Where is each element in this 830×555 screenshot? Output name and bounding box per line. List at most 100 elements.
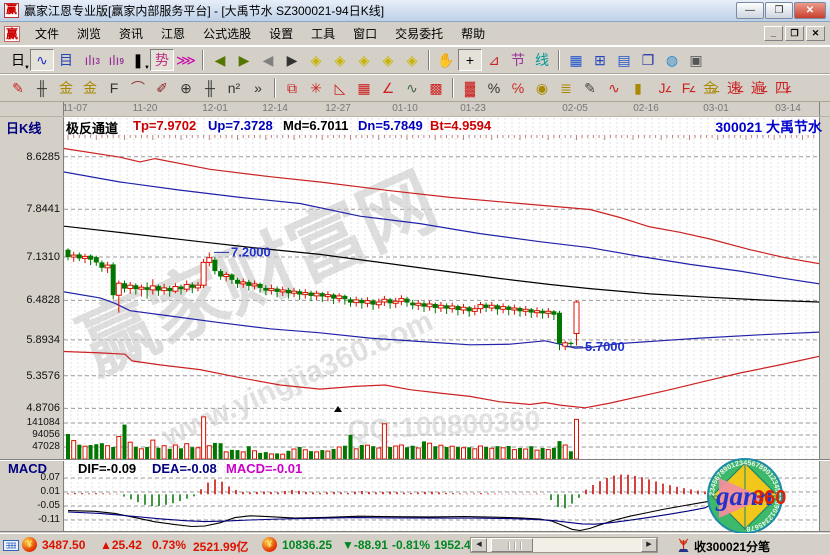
band-pct-icon[interactable]: ▓: [458, 77, 482, 99]
menu-item-1[interactable]: 文件: [26, 22, 68, 45]
scroll-right-arrow[interactable]: ▶: [641, 538, 657, 552]
h-grid-icon[interactable]: ╫: [30, 77, 54, 99]
gold-lines-icon[interactable]: ≣: [554, 77, 578, 99]
calculator-icon[interactable]: ⊞: [588, 49, 612, 71]
macd-hist-value: MACD=-0.01: [226, 461, 302, 476]
mdi-close-button[interactable]: ✕: [806, 26, 825, 41]
calendar-icon[interactable]: ▦: [564, 49, 588, 71]
gold-grid-2-icon[interactable]: 金: [78, 77, 102, 99]
date-tick-label: 12-01: [202, 103, 228, 114]
n-square-icon[interactable]: n²: [222, 77, 246, 99]
gold-bar-icon[interactable]: ▮: [626, 77, 650, 99]
jump-first-icon[interactable]: ◀: [208, 49, 232, 71]
zoom-horizontal-icon[interactable]: ◈: [352, 49, 376, 71]
speed-angle-icon[interactable]: 速∠: [722, 77, 746, 99]
angle-line-icon[interactable]: ∠: [376, 77, 400, 99]
step-forward-icon[interactable]: ▶: [280, 49, 304, 71]
zoom-out-icon[interactable]: ◈: [400, 49, 424, 71]
ladder-icon[interactable]: ╫: [198, 77, 222, 99]
multi-angle-icon[interactable]: 遍∠: [746, 77, 770, 99]
menu-item-9[interactable]: 交易委托: [386, 22, 452, 45]
gold-circle-icon[interactable]: ◉: [530, 77, 554, 99]
wave-a-icon[interactable]: ∿: [602, 77, 626, 99]
arc-tool-icon[interactable]: ⌒: [126, 77, 150, 99]
step-back-icon[interactable]: ◀: [256, 49, 280, 71]
jump-last-icon[interactable]: ▶: [232, 49, 256, 71]
four-angle-icon[interactable]: 四∠: [770, 77, 794, 99]
period-day-icon[interactable]: 日▼: [6, 49, 30, 71]
menu-item-6[interactable]: 设置: [260, 22, 302, 45]
sh-index-pct: 0.73%: [152, 538, 186, 552]
date-tick-label: 11-20: [133, 103, 158, 114]
window-title: 赢家江恩专业版[赢家内部服务平台] - [大禹节水 SZ300021-94日K线…: [24, 2, 384, 19]
indicator-value-4: Dn=5.7849: [358, 118, 423, 133]
shenzhen-index-icon[interactable]: ¥: [262, 537, 277, 552]
close-button[interactable]: ✕: [794, 2, 826, 19]
pen-icon[interactable]: ✎: [6, 77, 30, 99]
angle-ruler-icon[interactable]: ⊿: [482, 49, 506, 71]
stock-label: 300021 大禹节水: [715, 117, 822, 137]
circle-cross-icon[interactable]: ⊕: [174, 77, 198, 99]
pct-black-icon[interactable]: %: [482, 77, 506, 99]
brush-icon[interactable]: ✎: [578, 77, 602, 99]
toolbar-separator: [274, 78, 276, 98]
gann-square-icon[interactable]: ▦: [352, 77, 376, 99]
crosshair-icon[interactable]: +: [458, 49, 482, 71]
gold-grid-1-icon[interactable]: 金: [54, 77, 78, 99]
mdi-restore-button[interactable]: ❐: [785, 26, 804, 41]
zigzag-icon[interactable]: ∿: [30, 49, 54, 71]
pct-red-icon[interactable]: ℅: [506, 77, 530, 99]
pen-2-icon[interactable]: ✐: [150, 77, 174, 99]
notes-icon[interactable]: ▤: [612, 49, 636, 71]
horizontal-scrollbar[interactable]: ◀ ▶: [470, 537, 658, 553]
indicator-name: 极反通道: [66, 118, 118, 137]
bars-9-icon[interactable]: ılı9: [102, 49, 126, 71]
more-icon[interactable]: »: [246, 77, 270, 99]
gold-angle-icon[interactable]: 金∠: [698, 77, 722, 99]
keyboard-icon[interactable]: [3, 538, 19, 552]
zoom-left-icon[interactable]: ◈: [304, 49, 328, 71]
rect-tool-icon[interactable]: ⧉: [280, 77, 304, 99]
menu-item-2[interactable]: 浏览: [68, 22, 110, 45]
scroll-thumb[interactable]: [491, 538, 533, 552]
ray-fan-icon[interactable]: ✳: [304, 77, 328, 99]
indicator-value-3: Md=6.7011: [283, 118, 348, 133]
multi-angle-sub-glyph: ∠: [761, 79, 768, 100]
bars-3-icon[interactable]: ılı3: [78, 49, 102, 71]
menu-item-8[interactable]: 窗口: [344, 22, 386, 45]
save-icon[interactable]: ❐: [636, 49, 660, 71]
zoom-in-icon[interactable]: ◈: [376, 49, 400, 71]
zoom-right-icon[interactable]: ◈: [328, 49, 352, 71]
menu-item-3[interactable]: 资讯: [110, 22, 152, 45]
title-bar: 赢 赢家江恩专业版[赢家内部服务平台] - [大禹节水 SZ300021-94日…: [0, 0, 830, 22]
menu-item-5[interactable]: 公式选股: [194, 22, 260, 45]
realtime-icon[interactable]: 势: [150, 49, 174, 71]
menu-item-10[interactable]: 帮助: [452, 22, 494, 45]
f-grid-icon[interactable]: F: [102, 77, 126, 99]
curve-icon[interactable]: 线: [530, 49, 554, 71]
color-trend-icon[interactable]: ⋙: [174, 49, 198, 71]
web-copy-icon[interactable]: ◍: [660, 49, 684, 71]
maximize-button[interactable]: ❐: [765, 2, 793, 19]
scroll-left-arrow[interactable]: ◀: [471, 538, 487, 552]
truck-icon[interactable]: ▣: [684, 49, 708, 71]
j-angle-icon[interactable]: J∠: [650, 77, 674, 99]
candle-style-icon[interactable]: ❚▼: [126, 49, 150, 71]
sz-index-value: 10836.25: [282, 538, 332, 552]
info-board-icon[interactable]: 目: [54, 49, 78, 71]
f-angle-icon[interactable]: F∠: [674, 77, 698, 99]
grid-tool-icon[interactable]: ▩: [424, 77, 448, 99]
sz-index-pct: -0.81%: [392, 538, 430, 552]
gann-node-icon[interactable]: 节: [506, 49, 530, 71]
minimize-button[interactable]: —: [736, 2, 764, 19]
hand-icon[interactable]: ✋: [434, 49, 458, 71]
wave-tool-icon[interactable]: ∿: [400, 77, 424, 99]
volume-axis-label: 141084: [2, 417, 60, 428]
shanghai-index-icon[interactable]: ¥: [22, 537, 37, 552]
mdi-minimize-button[interactable]: _: [764, 26, 783, 41]
fan-tool-icon[interactable]: ◺: [328, 77, 352, 99]
antenna-icon: [676, 537, 691, 553]
menu-item-7[interactable]: 工具: [302, 22, 344, 45]
menu-item-4[interactable]: 江恩: [152, 22, 194, 45]
date-tick-label: 01-10: [392, 103, 418, 114]
